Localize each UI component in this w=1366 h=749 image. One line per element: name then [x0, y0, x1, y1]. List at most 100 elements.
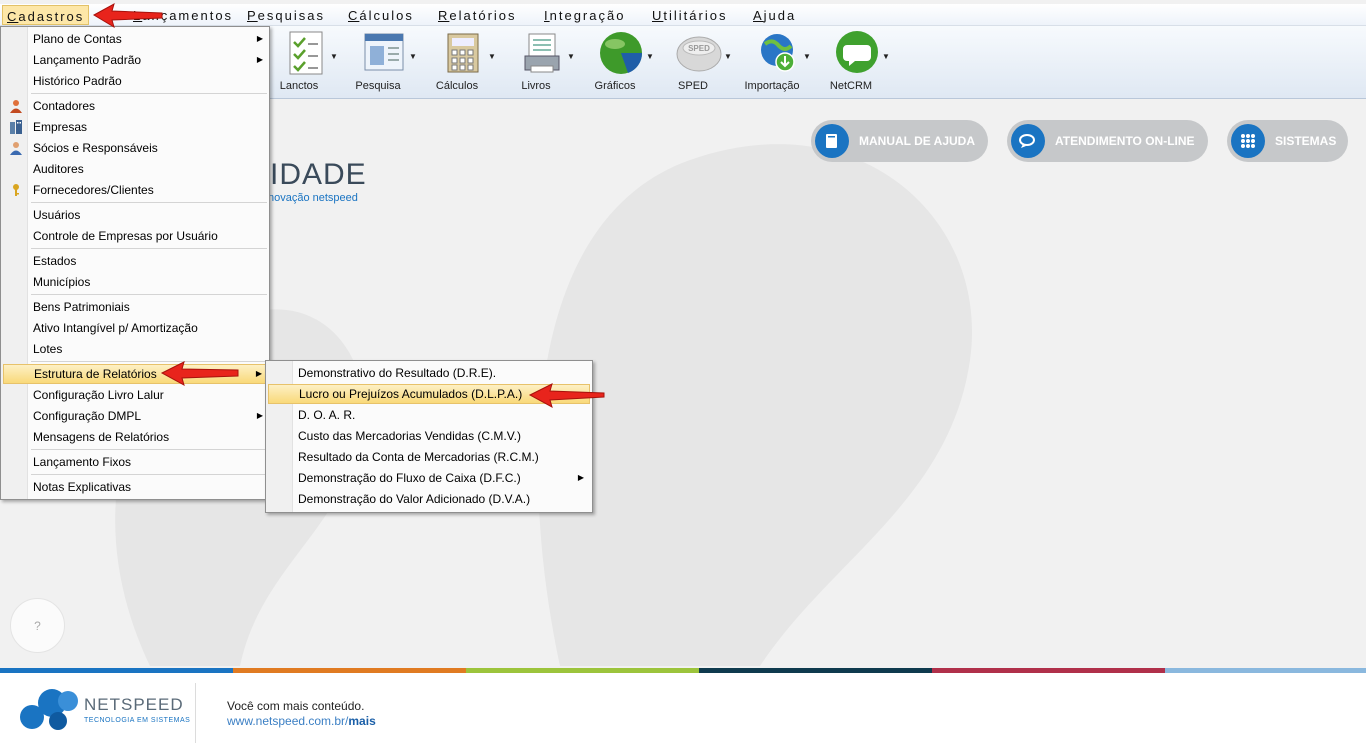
submenu-item-rcm[interactable]: Resultado da Conta de Mercadorias (R.C.M…: [268, 447, 590, 467]
chevron-down-icon[interactable]: ▼: [567, 52, 575, 61]
menu-separator: [31, 93, 267, 94]
menu-calculos-accel: C: [348, 8, 360, 23]
chevron-down-icon[interactable]: ▼: [646, 52, 654, 61]
person-icon: [10, 142, 22, 155]
chevron-down-icon[interactable]: ▼: [409, 52, 417, 61]
menu-item-label: Empresas: [33, 120, 88, 134]
menu-item-label: Contadores: [33, 99, 96, 113]
atendimento-button[interactable]: ATENDIMENTO ON-LINE: [1007, 120, 1208, 162]
book-icon: [815, 124, 849, 158]
footer-link-prefix: www.netspeed.com.br/: [227, 714, 349, 728]
menu-utilitarios-label: tilitários: [663, 8, 728, 23]
submenu-item-dre[interactable]: Demonstrativo do Resultado (D.R.E).: [268, 363, 590, 383]
footer-divider: [195, 683, 196, 743]
toolbar-button-sped[interactable]: SPED SPED ▼: [662, 28, 738, 96]
menu-item-controle-empresas[interactable]: Controle de Empresas por Usuário: [3, 226, 269, 246]
submenu-item-dva[interactable]: Demonstração do Valor Adicionado (D.V.A.…: [268, 489, 590, 509]
chevron-down-icon[interactable]: ▼: [724, 52, 732, 61]
svg-text:SPED: SPED: [688, 44, 710, 53]
pie-chart-icon: [600, 32, 643, 74]
submenu-item-dfc[interactable]: Demonstração do Fluxo de Caixa (D.F.C.) ▶: [268, 468, 590, 488]
footer-brand: NETSPEED: [84, 695, 184, 714]
chevron-down-icon[interactable]: ▼: [330, 52, 338, 61]
menu-item-config-dmpl[interactable]: Configuração DMPL ▶: [3, 406, 269, 426]
sistemas-label: SISTEMAS: [1275, 134, 1337, 148]
menu-item-auditores[interactable]: Auditores: [3, 159, 269, 179]
menu-utilitarios[interactable]: Utilitários: [652, 8, 727, 23]
menu-item-mensagens[interactable]: Mensagens de Relatórios: [3, 427, 269, 447]
menu-item-label: Estrutura de Relatórios: [34, 367, 157, 381]
menu-pesquisas-accel: P: [247, 8, 258, 23]
menu-item-label: Configuração DMPL: [33, 409, 142, 423]
menu-integracao-label: ntegração: [549, 8, 626, 23]
menu-cadastros[interactable]: Cadastros: [2, 5, 90, 25]
menu-bar: Cadastros Lançamentos Pesquisas Cálculos…: [0, 4, 1366, 26]
menu-ajuda-accel: A: [753, 8, 764, 23]
menu-calculos-label: álculos: [359, 8, 414, 23]
menu-item-label: Histórico Padrão: [33, 74, 122, 88]
menu-item-label: Configuração Livro Lalur: [33, 388, 164, 402]
toolbar-label-graficos: Gráficos: [594, 80, 636, 92]
book-printer-icon: [524, 33, 560, 73]
menu-item-lotes[interactable]: Lotes: [3, 339, 269, 359]
menu-item-label: Fornecedores/Clientes: [33, 183, 154, 197]
building-icon: [10, 120, 22, 134]
menu-utilitarios-accel: U: [652, 8, 664, 23]
menu-item-label: Controle de Empresas por Usuário: [33, 229, 218, 243]
toolbar-button-pesquisa[interactable]: Pesquisa ▼: [347, 28, 423, 96]
menu-integracao[interactable]: Integração: [544, 8, 625, 23]
toolbar-label-sped: SPED: [678, 80, 708, 92]
menu-item-lancamento-fixos[interactable]: Lançamento Fixos: [3, 452, 269, 472]
menu-item-empresas[interactable]: Empresas: [3, 117, 269, 137]
chevron-down-icon[interactable]: ▼: [803, 52, 811, 61]
cadastros-dropdown: Plano de Contas ▶ Lançamento Padrão ▶ Hist…: [0, 26, 270, 500]
menu-item-historico-padrao[interactable]: Histórico Padrão: [3, 71, 269, 91]
submenu-item-label: Demonstração do Valor Adicionado (D.V.A.…: [298, 492, 531, 506]
chevron-down-icon[interactable]: ▼: [488, 52, 496, 61]
menu-item-bens-patrimoniais[interactable]: Bens Patrimoniais: [3, 297, 269, 317]
chevron-down-icon[interactable]: ▼: [882, 52, 890, 61]
menu-item-config-lalur[interactable]: Configuração Livro Lalur: [3, 385, 269, 405]
toolbar-button-graficos[interactable]: Gráficos ▼: [584, 28, 660, 96]
toolbar-button-calculos[interactable]: Cálculos ▼: [426, 28, 502, 96]
help-button[interactable]: ?: [10, 598, 65, 653]
menu-item-plano-de-contas[interactable]: Plano de Contas ▶: [3, 29, 269, 49]
menu-item-label: Lançamento Padrão: [33, 53, 142, 67]
submenu-item-doar[interactable]: D. O. A. R.: [268, 405, 590, 425]
toolbar-label-netcrm: NetCRM: [829, 80, 873, 92]
menu-item-socios[interactable]: Sócios e Responsáveis: [3, 138, 269, 158]
menu-relatorios-label: elatórios: [449, 8, 517, 23]
menu-ajuda[interactable]: Ajuda: [753, 8, 796, 23]
menu-item-label: Sócios e Responsáveis: [33, 141, 158, 155]
menu-item-label: Municípios: [33, 275, 91, 289]
menu-item-municipios[interactable]: Municípios: [3, 272, 269, 292]
sistemas-button[interactable]: SISTEMAS: [1227, 120, 1348, 162]
menu-separator: [31, 474, 267, 475]
submenu-item-label: Resultado da Conta de Mercadorias (R.C.M…: [298, 450, 539, 464]
menu-pesquisas[interactable]: Pesquisas: [247, 8, 325, 23]
footer-tagline: TECNOLOGIA EM SISTEMAS: [84, 717, 191, 724]
menu-item-label: Bens Patrimoniais: [33, 300, 130, 314]
brand-tagline: novação netspeed: [268, 192, 358, 204]
menu-item-usuarios[interactable]: Usuários: [3, 205, 269, 225]
menu-item-estados[interactable]: Estados: [3, 251, 269, 271]
menu-relatorios[interactable]: Relatórios: [438, 8, 517, 23]
menu-item-contadores[interactable]: Contadores: [3, 96, 269, 116]
menu-item-label: Notas Explicativas: [33, 480, 132, 494]
manual-label: MANUAL DE AJUDA: [859, 134, 976, 148]
submenu-item-cmv[interactable]: Custo das Mercadorias Vendidas (C.M.V.): [268, 426, 590, 446]
toolbar-button-netcrm[interactable]: NetCRM ▼: [820, 28, 896, 96]
annotation-arrow-icon: [528, 383, 605, 408]
menu-item-ativo-intangivel[interactable]: Ativo Intangível p/ Amortização: [3, 318, 269, 338]
toolbar-button-lanctos[interactable]: Lanctos ▼: [268, 28, 344, 96]
footer-link-bold: mais: [348, 714, 376, 728]
menu-item-fornecedores[interactable]: Fornecedores/Clientes: [3, 180, 269, 200]
menu-calculos[interactable]: Cálculos: [348, 8, 414, 23]
toolbar-button-livros[interactable]: Livros ▼: [505, 28, 581, 96]
manual-button[interactable]: MANUAL DE AJUDA: [811, 120, 988, 162]
menu-item-notas-explicativas[interactable]: Notas Explicativas: [3, 477, 269, 497]
footer-link[interactable]: www.netspeed.com.br/mais: [227, 714, 376, 728]
menu-cadastros-accel: C: [7, 9, 19, 24]
menu-item-lancamento-padrao[interactable]: Lançamento Padrão ▶: [3, 50, 269, 70]
toolbar-button-importacao[interactable]: Importação ▼: [741, 28, 817, 96]
